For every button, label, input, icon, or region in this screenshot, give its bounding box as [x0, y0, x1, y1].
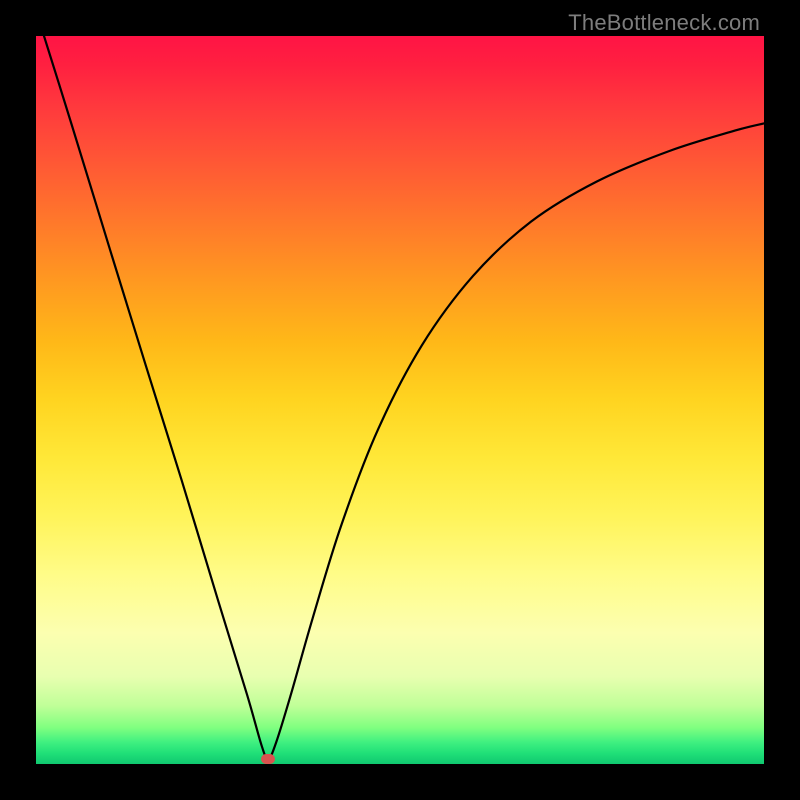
bottleneck-curve — [36, 36, 764, 764]
plot-area — [36, 36, 764, 764]
curve-path — [36, 36, 764, 759]
watermark-text: TheBottleneck.com — [568, 10, 760, 36]
optimum-marker — [261, 754, 275, 764]
